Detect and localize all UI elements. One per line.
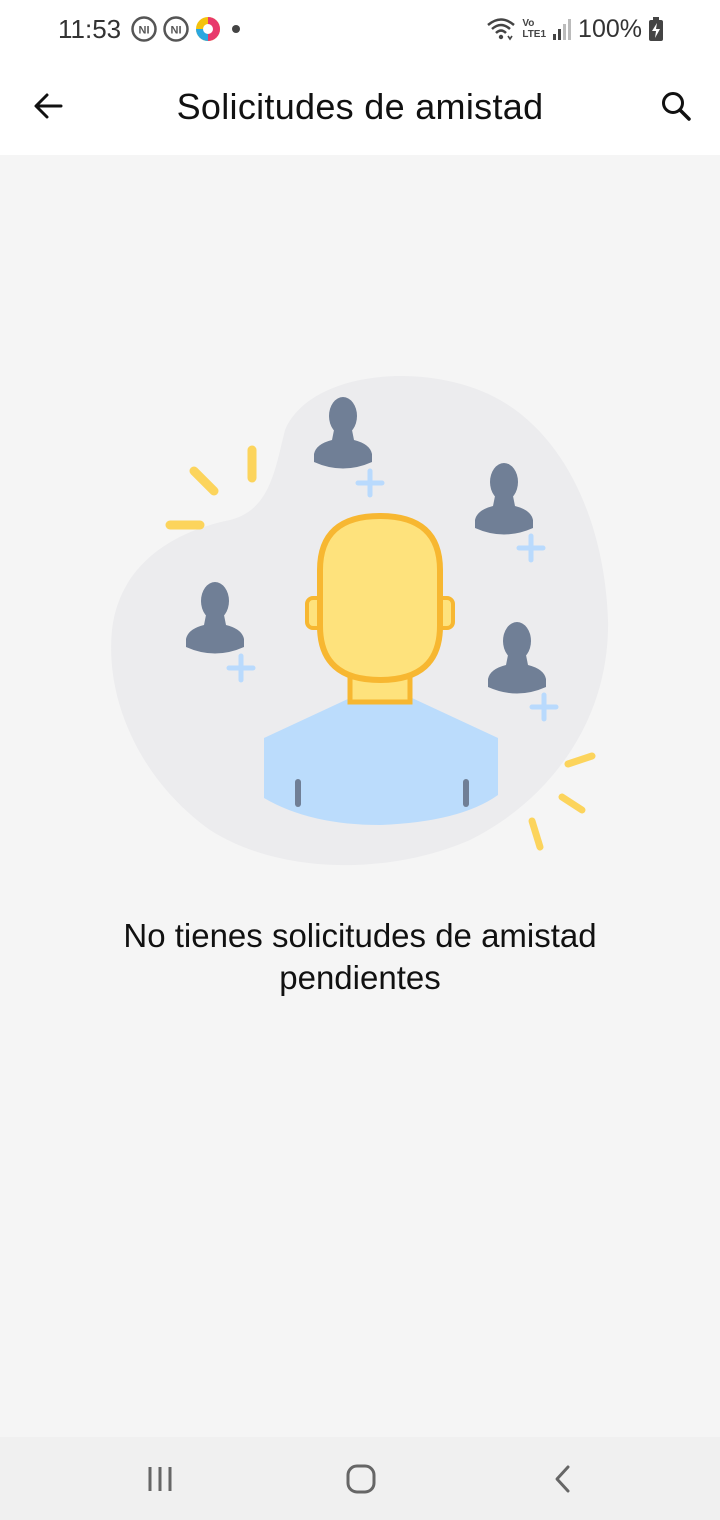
search-icon xyxy=(662,92,691,121)
ni-app-icon: NI xyxy=(163,16,189,42)
status-bar: 11:53 NI NI Vo LTE1 100% xyxy=(0,0,720,60)
notification-icons: NI NI xyxy=(130,15,246,43)
friend-requests-illustration xyxy=(111,376,609,866)
empty-state-message: No tienes solicitudes de amistad pendien… xyxy=(123,917,597,996)
ni-app-icon: NI xyxy=(131,16,157,42)
colorful-app-icon xyxy=(196,17,220,41)
volte-label-bottom: LTE1 xyxy=(522,29,547,40)
person-head xyxy=(317,512,443,684)
app-bar: Solicitudes de amistad xyxy=(0,60,720,155)
volte-icon: Vo LTE1 xyxy=(522,18,546,40)
signal-icon xyxy=(553,19,572,40)
nav-back-button[interactable] xyxy=(540,1455,588,1503)
search-button[interactable] xyxy=(652,82,700,130)
wifi-icon xyxy=(487,18,516,41)
svg-text:NI: NI xyxy=(139,25,150,37)
chevron-left-icon xyxy=(555,1465,570,1493)
recents-button[interactable] xyxy=(136,1455,184,1503)
battery-charging-icon xyxy=(649,17,663,41)
status-time: 11:53 xyxy=(58,14,122,44)
page-title: Solicitudes de amistad xyxy=(176,86,544,127)
home-button[interactable] xyxy=(337,1455,385,1503)
empty-state: No tienes solicitudes de amistad pendien… xyxy=(0,155,720,1437)
dot-icon xyxy=(232,25,240,33)
back-button[interactable] xyxy=(24,82,72,130)
svg-text:NI: NI xyxy=(171,25,182,37)
battery-percent: 100% xyxy=(578,14,642,43)
home-icon xyxy=(346,1464,376,1494)
sparks-left xyxy=(165,445,257,530)
volte-label-top: Vo xyxy=(522,18,535,29)
arrow-left-icon xyxy=(34,93,63,119)
status-right: Vo LTE1 100% xyxy=(486,14,664,44)
recents-icon xyxy=(148,1467,172,1491)
system-nav-bar xyxy=(0,1437,720,1520)
